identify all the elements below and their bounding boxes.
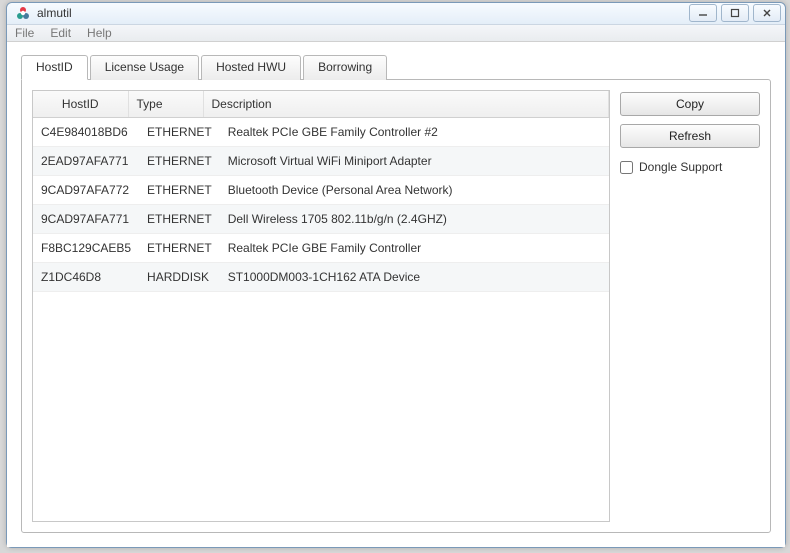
cell-type: ETHERNET bbox=[139, 205, 220, 234]
table-row[interactable]: 9CAD97AFA772ETHERNETBluetooth Device (Pe… bbox=[33, 176, 609, 205]
table-row[interactable]: C4E984018BD6ETHERNETRealtek PCIe GBE Fam… bbox=[33, 118, 609, 147]
cell-hostid: 2EAD97AFA771 bbox=[33, 147, 139, 176]
tab-hosted-hwu[interactable]: Hosted HWU bbox=[201, 55, 301, 80]
table-row[interactable]: F8BC129CAEB5ETHERNETRealtek PCIe GBE Fam… bbox=[33, 234, 609, 263]
minimize-button[interactable] bbox=[689, 4, 717, 22]
refresh-button[interactable]: Refresh bbox=[620, 124, 760, 148]
cell-hostid: F8BC129CAEB5 bbox=[33, 234, 139, 263]
cell-description: Microsoft Virtual WiFi Miniport Adapter bbox=[220, 147, 609, 176]
hostid-table: HostID Type Description C4E984018BD6ETHE… bbox=[32, 90, 610, 522]
copy-button[interactable]: Copy bbox=[620, 92, 760, 116]
table-row[interactable]: 2EAD97AFA771ETHERNETMicrosoft Virtual Wi… bbox=[33, 147, 609, 176]
tab-borrowing[interactable]: Borrowing bbox=[303, 55, 387, 80]
cell-hostid: Z1DC46D8 bbox=[33, 263, 139, 292]
app-icon bbox=[15, 5, 31, 21]
cell-description: Realtek PCIe GBE Family Controller #2 bbox=[220, 118, 609, 147]
tab-hostid[interactable]: HostID bbox=[21, 55, 88, 80]
cell-type: ETHERNET bbox=[139, 234, 220, 263]
col-header-hostid[interactable]: HostID bbox=[33, 91, 128, 118]
tab-panel-hostid: HostID Type Description C4E984018BD6ETHE… bbox=[21, 79, 771, 533]
menu-file[interactable]: File bbox=[15, 26, 34, 40]
cell-description: Realtek PCIe GBE Family Controller bbox=[220, 234, 609, 263]
table-body-scroll[interactable]: C4E984018BD6ETHERNETRealtek PCIe GBE Fam… bbox=[33, 118, 609, 521]
cell-description: Dell Wireless 1705 802.11b/g/n (2.4GHZ) bbox=[220, 205, 609, 234]
side-button-panel: Copy Refresh Dongle Support bbox=[620, 90, 760, 522]
dongle-support-checkbox[interactable] bbox=[620, 161, 633, 174]
table-row[interactable]: Z1DC46D8HARDDISKST1000DM003-1CH162 ATA D… bbox=[33, 263, 609, 292]
cell-hostid: 9CAD97AFA772 bbox=[33, 176, 139, 205]
tab-license-usage[interactable]: License Usage bbox=[90, 55, 199, 80]
close-button[interactable] bbox=[753, 4, 781, 22]
table-row[interactable]: 9CAD97AFA771ETHERNETDell Wireless 1705 8… bbox=[33, 205, 609, 234]
col-header-type[interactable]: Type bbox=[128, 91, 203, 118]
cell-hostid: 9CAD97AFA771 bbox=[33, 205, 139, 234]
cell-type: ETHERNET bbox=[139, 147, 220, 176]
dongle-support-label: Dongle Support bbox=[639, 160, 722, 174]
tabstrip: HostID License Usage Hosted HWU Borrowin… bbox=[21, 54, 771, 79]
table-header-row: HostID Type Description bbox=[33, 91, 609, 118]
titlebar: almutil bbox=[7, 3, 785, 25]
app-window: almutil File Edit Help HostID License Us… bbox=[6, 2, 786, 548]
cell-type: ETHERNET bbox=[139, 176, 220, 205]
window-controls bbox=[689, 4, 781, 22]
menu-edit[interactable]: Edit bbox=[50, 26, 71, 40]
cell-description: Bluetooth Device (Personal Area Network) bbox=[220, 176, 609, 205]
cell-hostid: C4E984018BD6 bbox=[33, 118, 139, 147]
menu-help[interactable]: Help bbox=[87, 26, 112, 40]
col-header-description[interactable]: Description bbox=[203, 91, 609, 118]
menubar: File Edit Help bbox=[7, 25, 785, 42]
window-title: almutil bbox=[37, 6, 72, 20]
cell-type: ETHERNET bbox=[139, 118, 220, 147]
cell-type: HARDDISK bbox=[139, 263, 220, 292]
content-area: HostID License Usage Hosted HWU Borrowin… bbox=[7, 42, 785, 547]
maximize-button[interactable] bbox=[721, 4, 749, 22]
cell-description: ST1000DM003-1CH162 ATA Device bbox=[220, 263, 609, 292]
dongle-support-row[interactable]: Dongle Support bbox=[620, 160, 760, 174]
